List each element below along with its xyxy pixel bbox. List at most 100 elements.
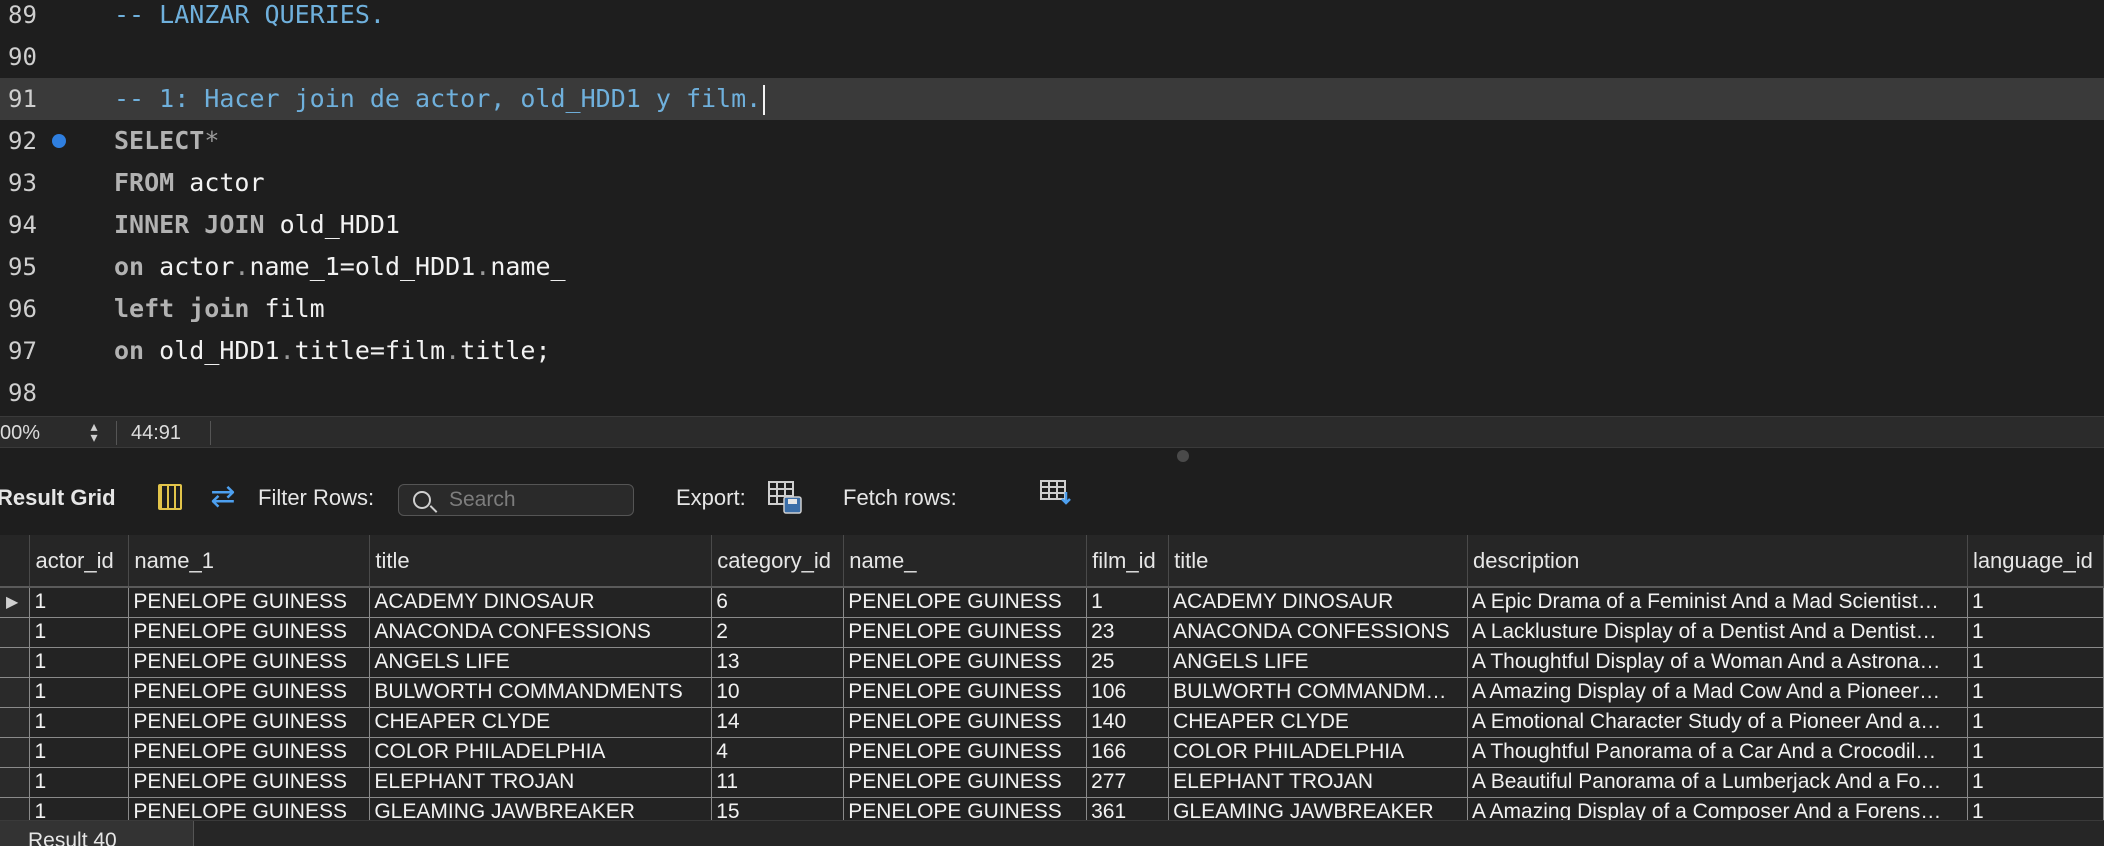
code-text[interactable]: on old_HDD1.title=film.title; [114, 330, 551, 372]
table-cell[interactable]: 1 [1967, 797, 2104, 820]
table-row[interactable]: ▶ 1 PENELOPE GUINESS ACADEMY DINOSAUR 6 PENEL… [0, 587, 2104, 618]
table-cell[interactable]: 1 [29, 737, 130, 768]
column-header[interactable]: actor_id [29, 535, 130, 588]
table-cell[interactable]: 277 [1086, 767, 1170, 798]
table-row[interactable]: 1 PENELOPE GUINESS GLEAMING JAWBREAKER 15 PE… [0, 797, 2104, 820]
table-cell[interactable]: 1 [29, 617, 130, 648]
table-cell[interactable]: 1 [1967, 617, 2104, 648]
table-cell[interactable]: PENELOPE GUINESS [843, 707, 1088, 738]
table-row[interactable]: 1 PENELOPE GUINESS ANACONDA CONFESSIONS 2 PE… [0, 617, 2104, 648]
table-row[interactable]: 1 PENELOPE GUINESS ANGELS LIFE 13 PENELOPE G… [0, 647, 2104, 678]
editor-line[interactable]: 93 FROM actor [0, 162, 2104, 204]
column-header[interactable]: film_id [1086, 535, 1170, 588]
table-cell[interactable]: 25 [1086, 647, 1170, 678]
table-cell[interactable]: PENELOPE GUINESS [128, 797, 371, 820]
table-cell[interactable]: A Amazing Display of a Mad Cow And a Pio… [1467, 677, 1968, 708]
table-cell[interactable]: 2 [711, 617, 845, 648]
editor-line[interactable]: 97 on old_HDD1.title=film.title; [0, 330, 2104, 372]
table-cell[interactable]: PENELOPE GUINESS [843, 767, 1088, 798]
table-cell[interactable]: ANACONDA CONFESSIONS [369, 617, 713, 648]
table-cell[interactable]: 1 [1086, 587, 1170, 618]
editor-line[interactable]: 95 on actor.name_1=old_HDD1.name_ [0, 246, 2104, 288]
code-text[interactable]: FROM actor [114, 162, 265, 204]
table-cell[interactable]: GLEAMING JAWBREAKER [369, 797, 713, 820]
table-row[interactable]: 1 PENELOPE GUINESS BULWORTH COMMANDMENTS 10… [0, 677, 2104, 708]
table-cell[interactable]: ACADEMY DINOSAUR [369, 587, 713, 618]
table-cell[interactable]: PENELOPE GUINESS [843, 587, 1088, 618]
code-text[interactable]: -- LANZAR QUERIES. [114, 0, 385, 36]
table-cell[interactable]: 1 [1967, 587, 2104, 618]
table-cell[interactable]: ELEPHANT TROJAN [1168, 767, 1469, 798]
table-cell[interactable]: 11 [711, 767, 845, 798]
result-grid[interactable]: actor_id name_1 title category_id name_ film_… [0, 535, 2104, 820]
row-selector[interactable] [0, 647, 31, 678]
table-cell[interactable]: 1 [1967, 707, 2104, 738]
fetch-rows-icon[interactable] [1040, 480, 1072, 508]
row-selector[interactable] [0, 737, 31, 768]
column-header[interactable]: language_id [1967, 535, 2104, 588]
table-cell[interactable]: BULWORTH COMMANDM… [1168, 677, 1469, 708]
zoom-level[interactable]: 00% [0, 417, 40, 449]
table-cell[interactable]: CHEAPER CLYDE [1168, 707, 1469, 738]
table-cell[interactable]: 361 [1086, 797, 1170, 820]
filter-search-input[interactable] [449, 485, 629, 515]
table-cell[interactable]: 6 [711, 587, 845, 618]
editor-line[interactable]: 92 SELECT* [0, 120, 2104, 162]
form-view-icon[interactable] [158, 484, 182, 510]
table-cell[interactable]: GLEAMING JAWBREAKER [1168, 797, 1469, 820]
table-cell[interactable]: ANGELS LIFE [1168, 647, 1469, 678]
table-cell[interactable]: 1 [1967, 647, 2104, 678]
table-cell[interactable]: 1 [29, 647, 130, 678]
table-cell[interactable]: PENELOPE GUINESS [843, 737, 1088, 768]
table-cell[interactable]: BULWORTH COMMANDMENTS [369, 677, 713, 708]
table-cell[interactable]: 1 [1967, 767, 2104, 798]
table-cell[interactable]: 1 [29, 767, 130, 798]
table-cell[interactable]: 166 [1086, 737, 1170, 768]
table-cell[interactable]: PENELOPE GUINESS [128, 677, 371, 708]
column-header[interactable]: category_id [711, 535, 845, 588]
editor-line[interactable]: 98 [0, 372, 2104, 414]
code-text[interactable]: SELECT* [114, 120, 219, 162]
table-cell[interactable]: 4 [711, 737, 845, 768]
table-cell[interactable]: 14 [711, 707, 845, 738]
table-cell[interactable]: A Amazing Display of a Composer And a Fo… [1467, 797, 1968, 820]
table-cell[interactable]: CHEAPER CLYDE [369, 707, 713, 738]
editor-line[interactable]: 90 [0, 36, 2104, 78]
table-cell[interactable]: ANACONDA CONFESSIONS [1168, 617, 1469, 648]
table-cell[interactable]: PENELOPE GUINESS [128, 647, 371, 678]
table-cell[interactable]: PENELOPE GUINESS [128, 617, 371, 648]
table-cell[interactable]: A Beautiful Panorama of a Lumberjack And… [1467, 767, 1968, 798]
table-cell[interactable]: ACADEMY DINOSAUR [1168, 587, 1469, 618]
editor-line[interactable]: 91 -- 1: Hacer join de actor, old_HDD1 y … [0, 78, 2104, 120]
filter-search-box[interactable] [398, 484, 634, 516]
table-cell[interactable]: PENELOPE GUINESS [128, 767, 371, 798]
table-cell[interactable]: PENELOPE GUINESS [128, 707, 371, 738]
table-cell[interactable]: PENELOPE GUINESS [843, 677, 1088, 708]
panel-resize-handle[interactable] [1177, 450, 1189, 462]
table-row[interactable]: 1 PENELOPE GUINESS CHEAPER CLYDE 14 PENELOPE… [0, 707, 2104, 738]
column-header[interactable]: title [369, 535, 713, 588]
table-cell[interactable]: 23 [1086, 617, 1170, 648]
table-cell[interactable]: 1 [29, 587, 130, 618]
table-cell[interactable]: A Epic Drama of a Feminist And a Mad Sci… [1467, 587, 1968, 618]
table-cell[interactable]: 15 [711, 797, 845, 820]
table-cell[interactable]: PENELOPE GUINESS [128, 587, 371, 618]
table-cell[interactable]: 140 [1086, 707, 1170, 738]
table-cell[interactable]: 1 [29, 797, 130, 820]
table-cell[interactable]: A Thoughtful Panorama of a Car And a Cro… [1467, 737, 1968, 768]
row-selector[interactable] [0, 767, 31, 798]
zoom-stepper-icon[interactable]: ▴ ▾ [84, 419, 104, 445]
editor-line[interactable]: 89 -- LANZAR QUERIES. [0, 0, 2104, 36]
table-cell[interactable]: COLOR PHILADELPHIA [1168, 737, 1469, 768]
table-cell[interactable]: 1 [29, 677, 130, 708]
table-cell[interactable]: PENELOPE GUINESS [128, 737, 371, 768]
result-tab[interactable]: Result 40 [0, 821, 194, 846]
code-text[interactable]: left join film [114, 288, 325, 330]
column-header[interactable]: title [1168, 535, 1469, 588]
table-cell[interactable]: A Lacklusture Display of a Dentist And a… [1467, 617, 1968, 648]
column-header[interactable]: description [1467, 535, 1968, 588]
table-cell[interactable]: A Thoughtful Display of a Woman And a As… [1467, 647, 1968, 678]
row-selector[interactable] [0, 797, 31, 820]
editor-line[interactable]: 96 left join film [0, 288, 2104, 330]
table-cell[interactable]: COLOR PHILADELPHIA [369, 737, 713, 768]
